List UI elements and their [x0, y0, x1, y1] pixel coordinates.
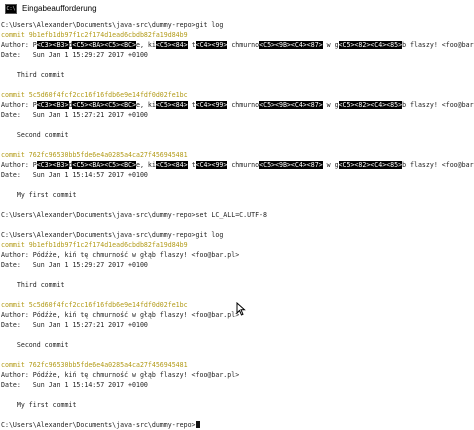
- author-text: b flaszy! <foo@bar.pl>: [402, 161, 474, 169]
- author-text: w g: [322, 101, 339, 109]
- escaped-bytes: <C5><BA><C5><BC>: [72, 161, 137, 169]
- escaped-bytes: <C4><99>: [195, 161, 228, 169]
- author-line-escaped: Author: P<C3><B3>d<C5><BA><C5><BC>e, ki<…: [1, 160, 474, 170]
- author-line-escaped: Author: P<C3><B3>d<C5><BA><C5><BC>e, ki<…: [1, 100, 474, 110]
- author-text: b flaszy! <foo@bar.pl>: [402, 101, 474, 109]
- escaped-bytes: <C5><84>: [155, 161, 188, 169]
- escaped-bytes: <C5><84>: [155, 41, 188, 49]
- author-text: chmurno: [227, 161, 260, 169]
- console-output[interactable]: C:\Users\Alexander\Documents\java-src\du…: [0, 20, 474, 429]
- author-text: w g: [322, 41, 339, 49]
- console-line: Date: Sun Jan 1 15:29:27 2017 +0100: [1, 51, 148, 59]
- author-text: b flaszy! <foo@bar.pl>: [402, 41, 474, 49]
- console-line: Author: Pódźże, kiń tę chmurność w głąb …: [1, 311, 240, 319]
- escaped-bytes: <C4><99>: [195, 101, 228, 109]
- console-line: Third commit: [1, 281, 65, 289]
- title-bar[interactable]: C:\ Eingabeaufforderung: [0, 0, 474, 17]
- prompt-text: C:\Users\Alexander\Documents\java-src\du…: [1, 421, 196, 429]
- mouse-pointer-icon: [236, 302, 246, 316]
- console-line: C:\Users\Alexander\Documents\java-src\du…: [1, 21, 224, 29]
- escaped-bytes: <C3><B3>: [36, 161, 69, 169]
- author-text: Author: P: [1, 41, 37, 49]
- console-line: Date: Sun Jan 1 15:29:27 2017 +0100: [1, 261, 148, 269]
- author-text: w g: [322, 161, 339, 169]
- author-text: Author: P: [1, 101, 37, 109]
- escaped-bytes: <C5><82><C4><85>: [338, 101, 403, 109]
- commit-hash-line: commit 762fc96530bb5fde6e4a0285a4ca27f45…: [1, 151, 188, 159]
- escaped-bytes: <C5><9B><C4><87>: [259, 101, 323, 109]
- console-line: Third commit: [1, 71, 65, 79]
- escaped-bytes: <C5><82><C4><85>: [338, 41, 403, 49]
- text-cursor-icon: [195, 421, 200, 428]
- console-line: My first commit: [1, 401, 77, 409]
- console-line: My first commit: [1, 191, 77, 199]
- console-line: C:\Users\Alexander\Documents\java-src\du…: [1, 231, 224, 239]
- commit-hash-line: commit 9b1efb1db97f1c2f174d1ead6cbdb82fa…: [1, 241, 188, 249]
- console-line: Date: Sun Jan 1 15:14:57 2017 +0100: [1, 381, 148, 389]
- console-line: Author: Pódźże, kiń tę chmurność w głąb …: [1, 251, 240, 259]
- console-line: C:\Users\Alexander\Documents\java-src\du…: [1, 211, 267, 219]
- console-line: Date: Sun Jan 1 15:27:21 2017 +0100: [1, 321, 148, 329]
- escaped-bytes: <C5><BA><C5><BC>: [72, 41, 137, 49]
- commit-hash-line: commit 5c5d60f4fcf2cc16f16fdb6e9e14fdf0d…: [1, 301, 188, 309]
- window-title: Eingabeaufforderung: [22, 4, 97, 13]
- author-text: chmurno: [227, 41, 260, 49]
- escaped-bytes: <C4><99>: [195, 41, 228, 49]
- commit-hash-line: commit 9b1efb1db97f1c2f174d1ead6cbdb82fa…: [1, 31, 188, 39]
- commit-hash-line: commit 762fc96530bb5fde6e4a0285a4ca27f45…: [1, 361, 188, 369]
- commit-hash-line: commit 5c5d60f4fcf2cc16f16fdb6e9e14fdf0d…: [1, 91, 188, 99]
- author-text: t: [187, 161, 196, 169]
- author-text: t: [187, 101, 196, 109]
- escaped-bytes: <C5><82><C4><85>: [338, 161, 403, 169]
- escaped-bytes: <C5><84>: [155, 101, 188, 109]
- author-text: e, ki: [136, 41, 156, 49]
- console-line: Date: Sun Jan 1 15:14:57 2017 +0100: [1, 171, 148, 179]
- author-text: e, ki: [136, 101, 156, 109]
- console-line: Second commit: [1, 131, 69, 139]
- escaped-bytes: <C5><9B><C4><87>: [259, 41, 323, 49]
- escaped-bytes: <C5><9B><C4><87>: [259, 161, 323, 169]
- escaped-bytes: <C3><B3>: [36, 41, 69, 49]
- console-line: Date: Sun Jan 1 15:27:21 2017 +0100: [1, 111, 148, 119]
- author-text: chmurno: [227, 101, 260, 109]
- cmd-icon: C:\: [5, 3, 17, 14]
- console-line: Author: Pódźże, kiń tę chmurność w głąb …: [1, 371, 240, 379]
- console-line: Second commit: [1, 341, 69, 349]
- author-line-escaped: Author: P<C3><B3>d<C5><BA><C5><BC>e, ki<…: [1, 40, 474, 50]
- escaped-bytes: <C5><BA><C5><BC>: [72, 101, 137, 109]
- command-prompt: C:\Users\Alexander\Documents\java-src\du…: [1, 420, 200, 430]
- author-text: e, ki: [136, 161, 156, 169]
- author-text: t: [187, 41, 196, 49]
- author-text: Author: P: [1, 161, 37, 169]
- escaped-bytes: <C3><B3>: [36, 101, 69, 109]
